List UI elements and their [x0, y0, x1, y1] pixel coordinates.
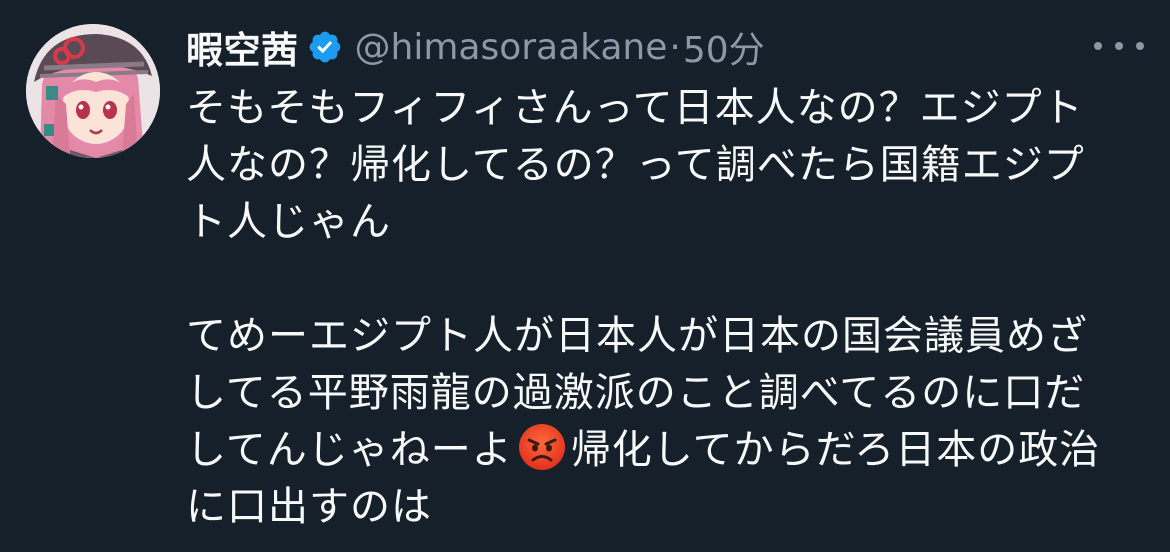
- more-horizontal-icon[interactable]: [1094, 38, 1144, 54]
- user-avatar[interactable]: [26, 24, 160, 158]
- tweet-text-segment: してんじゃねーよ: [186, 427, 513, 473]
- separator-dot: ·: [669, 26, 681, 68]
- verified-badge-icon: [307, 29, 343, 65]
- angry-face-emoji: [517, 422, 567, 472]
- tweet-text-segment: 帰化してからだろ日本の政治: [570, 427, 1101, 473]
- user-handle[interactable]: @himasoraakane: [355, 27, 668, 68]
- avatar-illustration: [26, 24, 160, 158]
- tweet: 暇空茜 @himasoraakane · 50分 そもそもフィフィさんって日本人…: [0, 0, 1170, 552]
- more-dot: [1136, 42, 1144, 50]
- tweet-text: そもそもフィフィさんって日本人なの？エジプト 人なの？帰化してるの？って調べたら…: [186, 80, 1146, 536]
- tweet-text-line: そもそもフィフィさんって日本人なの？エジプト: [186, 85, 1084, 131]
- tweet-text-line: ト人じゃん: [186, 199, 391, 245]
- more-dot: [1094, 42, 1102, 50]
- tweet-text-line-with-emoji: してんじゃねーよ 帰化してからだろ日本の政治: [186, 422, 1146, 479]
- tweet-header: 暇空茜 @himasoraakane · 50分: [186, 20, 765, 74]
- tweet-text-line: 人なの？帰化してるの？って調べたら国籍エジプ: [186, 142, 1085, 188]
- tweet-text-line: てめーエジプト人が日本人が日本の国会議員めざ: [186, 313, 1088, 359]
- timestamp[interactable]: 50分: [683, 21, 765, 73]
- display-name[interactable]: 暇空茜: [186, 20, 299, 74]
- tweet-text-line: してる平野雨龍の過激派のこと調べてるのに口だ: [186, 370, 1086, 416]
- tweet-text-line: に口出すのは: [186, 484, 432, 530]
- more-dot: [1115, 42, 1123, 50]
